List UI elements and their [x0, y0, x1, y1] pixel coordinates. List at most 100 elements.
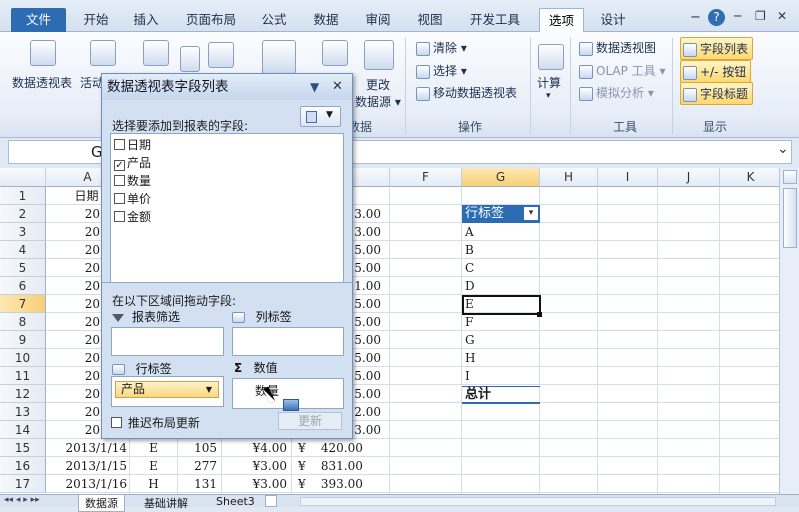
tab-view[interactable]: 视图 — [410, 10, 450, 32]
panel-title-bar[interactable]: 数据透视表字段列表 ▼ ✕ — [102, 74, 352, 100]
sheet-tab-datasource[interactable]: 数据源 — [78, 495, 125, 512]
pivot-chart-button[interactable]: 数据透视图 — [579, 39, 656, 56]
sort-icon[interactable] — [208, 42, 234, 68]
defer-update-checkbox-box[interactable] — [111, 417, 122, 428]
panel-menu-arrow-icon[interactable]: ▼ — [310, 74, 319, 100]
pivot-row-labels-header[interactable]: 行标签 ▾ — [462, 205, 540, 223]
cell-quantity[interactable]: 277 — [178, 457, 222, 475]
window-close-icon[interactable]: ✕ — [777, 9, 787, 23]
window-restore-icon[interactable]: ❐ — [755, 9, 766, 23]
calculations-dropdown-arrow[interactable]: ▾ — [546, 91, 551, 101]
pivot-table-button[interactable]: 数据透视表 — [12, 74, 72, 91]
vertical-scrollbar[interactable] — [779, 168, 799, 494]
cell-date[interactable]: 2013/1/15 — [46, 457, 130, 475]
panel-close-icon[interactable]: ✕ — [332, 74, 343, 100]
column-header-f[interactable]: F — [390, 168, 462, 187]
field-checkbox[interactable] — [114, 211, 125, 222]
row-header[interactable]: 7 — [0, 295, 46, 313]
row-header[interactable]: 15 — [0, 439, 46, 457]
field-list-box[interactable]: 日期 ✓ 产品 数量 单价 金额 — [110, 133, 344, 283]
field-checkbox[interactable] — [114, 139, 125, 150]
pivot-row-item[interactable]: H — [462, 349, 540, 367]
help-icon[interactable]: ? — [708, 9, 725, 26]
field-item[interactable]: 日期 — [114, 137, 151, 154]
sheet-tab-sheet3[interactable]: Sheet3 — [210, 495, 261, 508]
tab-review[interactable]: 审阅 — [358, 10, 398, 32]
row-header[interactable]: 2 — [0, 205, 46, 223]
field-item[interactable]: 单价 — [114, 191, 151, 208]
row-header[interactable]: 5 — [0, 259, 46, 277]
column-header-j[interactable]: J — [658, 168, 720, 187]
select-button[interactable]: 选择 ▾ — [416, 62, 467, 79]
field-item[interactable]: ✓ 产品 — [114, 155, 151, 172]
tab-formulas[interactable]: 公式 — [254, 10, 294, 32]
row-header[interactable]: 4 — [0, 241, 46, 259]
group-icon[interactable] — [143, 40, 169, 66]
insert-slicer-icon[interactable] — [262, 40, 296, 74]
column-header-g[interactable]: G — [462, 168, 540, 187]
clear-button[interactable]: 清除 ▾ — [416, 39, 467, 56]
pivot-row-item[interactable]: C — [462, 259, 540, 277]
cell-quantity[interactable]: 131 — [178, 475, 222, 493]
cell-amount[interactable]: ¥ 831.00 — [292, 457, 390, 475]
update-button[interactable]: 更新 — [278, 412, 342, 430]
refresh-icon[interactable] — [322, 40, 348, 66]
what-if-button[interactable]: 模拟分析 ▾ — [579, 84, 654, 101]
sheet-tab-basics[interactable]: 基础讲解 — [138, 495, 194, 511]
field-list-toggle[interactable]: 字段列表 — [680, 37, 754, 60]
filter-dropdown-icon[interactable]: ▾ — [524, 207, 538, 220]
change-data-source-line2[interactable]: 数据源 ▾ — [355, 93, 401, 110]
cell-product[interactable]: E — [130, 457, 178, 475]
row-header[interactable]: 1 — [0, 187, 46, 205]
olap-tools-button[interactable]: OLAP 工具 ▾ — [579, 62, 666, 79]
row-header[interactable]: 17 — [0, 475, 46, 493]
report-filter-drop-zone[interactable] — [111, 327, 224, 356]
tab-options[interactable]: 选项 — [539, 8, 584, 33]
expand-formula-bar-icon[interactable]: ⌄ — [777, 141, 789, 157]
fill-handle[interactable] — [537, 312, 542, 317]
row-header[interactable]: 12 — [0, 385, 46, 403]
scroll-up-icon[interactable] — [783, 170, 797, 184]
pivot-field-list-panel[interactable]: 数据透视表字段列表 ▼ ✕ 选择要添加到报表的字段: ▼ 日期 ✓ 产品 数量 单价 金额… — [101, 73, 353, 439]
pivot-row-item[interactable]: G — [462, 331, 540, 349]
field-checkbox[interactable] — [114, 175, 125, 186]
cell-amount[interactable]: ¥ 420.00 — [292, 439, 390, 457]
cell-price[interactable]: ¥3.00 — [222, 475, 292, 493]
cell-quantity[interactable]: 105 — [178, 439, 222, 457]
plus-minus-buttons-toggle[interactable]: +/- 按钮 — [680, 60, 752, 83]
scroll-thumb[interactable] — [783, 188, 797, 248]
cell-price[interactable]: ¥3.00 — [222, 457, 292, 475]
tab-data[interactable]: 数据 — [306, 10, 346, 32]
window-minimize-icon[interactable]: ─ — [734, 9, 741, 23]
panel-splitter[interactable] — [102, 282, 352, 283]
sort-az-icon[interactable] — [180, 46, 200, 72]
row-header[interactable]: 9 — [0, 331, 46, 349]
insert-sheet-icon[interactable] — [265, 495, 277, 507]
pivot-row-item[interactable]: B — [462, 241, 540, 259]
select-all-corner[interactable] — [0, 168, 46, 187]
cell-product[interactable]: E — [130, 439, 178, 457]
cell-date[interactable]: 2013/1/14 — [46, 439, 130, 457]
move-pivot-button[interactable]: 移动数据透视表 — [416, 84, 517, 101]
row-header[interactable]: 3 — [0, 223, 46, 241]
row-header[interactable]: 13 — [0, 403, 46, 421]
chip-dropdown-arrow-icon[interactable]: ▼ — [206, 382, 212, 397]
tab-developer[interactable]: 开发工具 — [462, 10, 528, 32]
field-item[interactable]: 金额 — [114, 209, 151, 226]
row-labels-drop-zone[interactable]: 产品 ▼ — [111, 376, 224, 407]
pivot-row-item[interactable]: D — [462, 277, 540, 295]
cell-product[interactable]: H — [130, 475, 178, 493]
defer-update-checkbox[interactable]: 推迟布局更新 — [111, 414, 200, 431]
values-drop-zone[interactable]: 数量 — [232, 378, 344, 411]
sheet-nav-arrows-icon[interactable]: ◂◂ ◂ ▸ ▸▸ — [4, 495, 40, 505]
row-header[interactable]: 11 — [0, 367, 46, 385]
tab-file[interactable]: 文件 — [11, 8, 66, 32]
cell-amount[interactable]: ¥ 393.00 — [292, 475, 390, 493]
column-header-h[interactable]: H — [540, 168, 598, 187]
layout-options-button[interactable]: ▼ — [300, 106, 341, 127]
row-header[interactable]: 6 — [0, 277, 46, 295]
row-header[interactable]: 8 — [0, 313, 46, 331]
row-header[interactable]: 10 — [0, 349, 46, 367]
pivot-row-item[interactable]: F — [462, 313, 540, 331]
change-data-source-line1[interactable]: 更改 — [366, 76, 390, 93]
